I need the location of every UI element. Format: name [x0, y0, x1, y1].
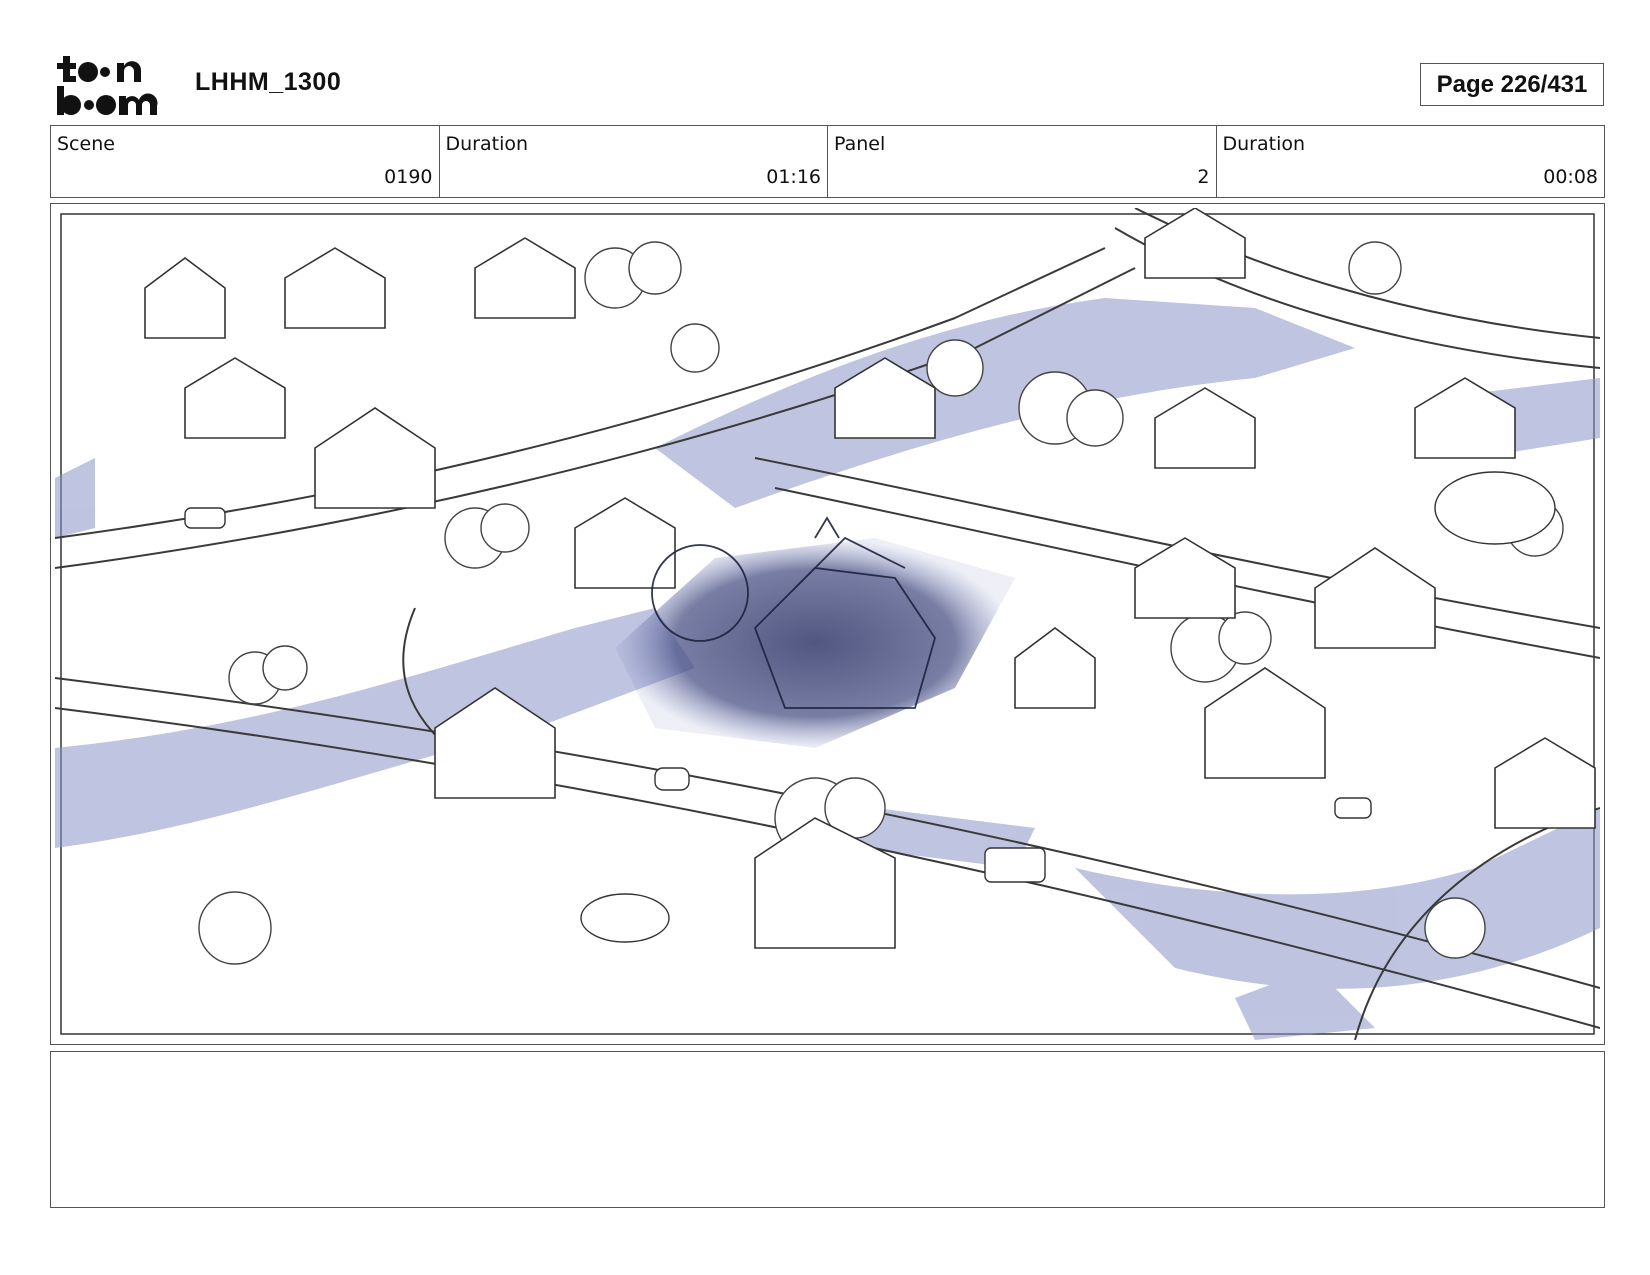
toonboom-logo: toonboom: [57, 56, 158, 115]
page-indicator: Page 226/431: [1420, 63, 1604, 106]
scene-duration-label: Duration: [445, 133, 529, 155]
storyboard-panel-frame: [50, 203, 1605, 1045]
panel-label: Panel: [834, 133, 886, 155]
scene-label: Scene: [57, 133, 115, 155]
scene-value: 0190: [384, 166, 433, 188]
panel-value: 2: [1197, 166, 1210, 188]
scene-duration-value: 01:16: [766, 166, 821, 188]
panel-duration-value: 00:08: [1543, 166, 1598, 188]
project-title: LHHM_1300: [195, 68, 342, 96]
scene-cell: Scene 0190: [51, 126, 440, 197]
scene-duration-cell: Duration 01:16: [440, 126, 828, 197]
panel-notes-box: [50, 1051, 1605, 1208]
scene-info-row: Scene 0190 Duration 01:16 Panel 2 Durati…: [50, 125, 1605, 198]
panel-duration-cell: Duration 00:08: [1217, 126, 1605, 197]
storyboard-sketch-image: [55, 208, 1600, 1040]
panel-cell: Panel 2: [828, 126, 1217, 197]
panel-duration-label: Duration: [1222, 133, 1306, 155]
